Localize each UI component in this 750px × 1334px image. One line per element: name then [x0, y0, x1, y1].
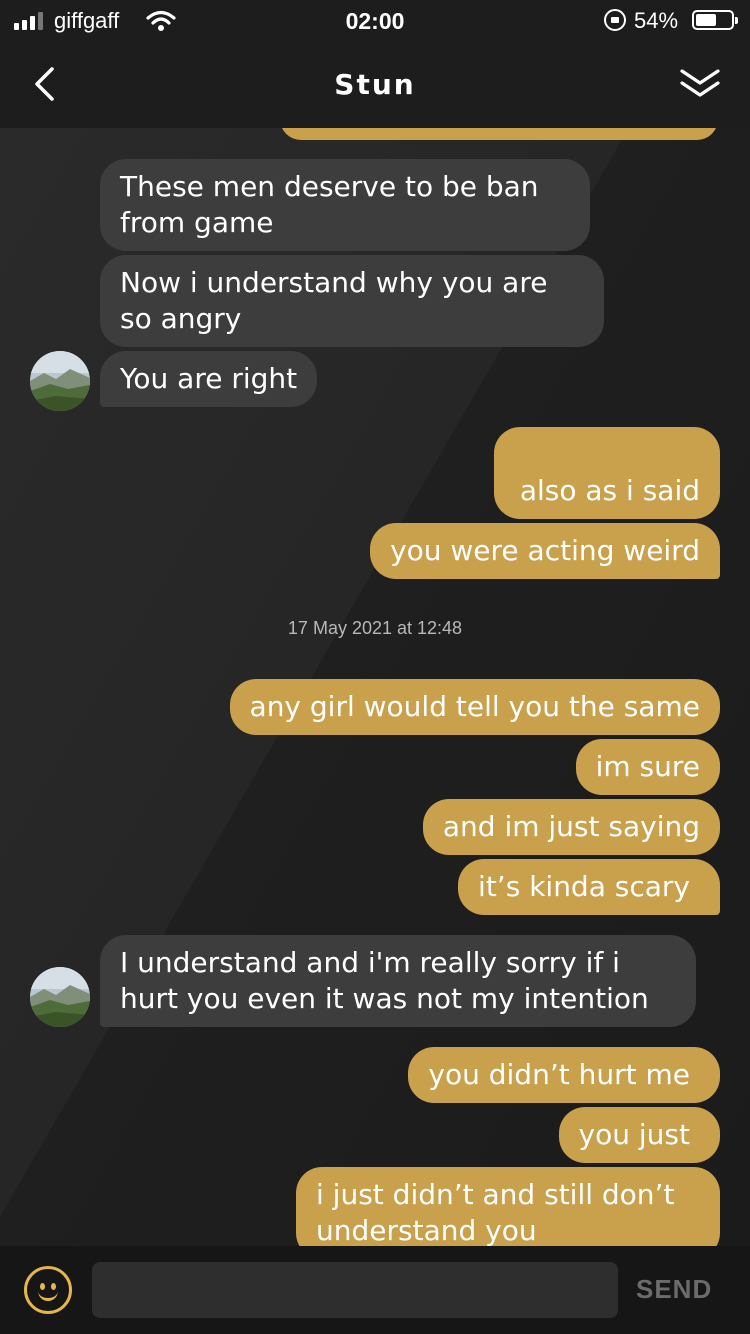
message-bubble-outgoing: you just: [558, 1107, 720, 1163]
battery-percentage: 54%: [634, 8, 679, 33]
landscape-photo-icon: [30, 967, 90, 1027]
message-bubble-outgoing: you didn’t hurt me: [408, 1047, 720, 1103]
message-bubble-outgoing: also as i said: [494, 427, 720, 519]
message-list[interactable]: These men deserve to be ban from game No…: [0, 128, 750, 1246]
message-input[interactable]: [92, 1262, 618, 1318]
message-bubble-outgoing: im sure: [575, 739, 720, 795]
message-bubble-incoming: These men deserve to be ban from game: [100, 159, 590, 251]
wifi-icon: [146, 10, 176, 31]
message-bubble-outgoing: i just didn’t and still don’t understand…: [296, 1167, 720, 1246]
chevron-left-icon: [35, 67, 54, 101]
carrier-name: giffgaff: [54, 8, 120, 33]
message-bubble-incoming: You are right: [100, 351, 318, 407]
rotation-lock-icon: [604, 9, 626, 31]
contact-name: Stun: [334, 68, 416, 101]
battery-icon: [692, 10, 738, 30]
landscape-photo-icon: [30, 351, 90, 411]
collapse-button[interactable]: [674, 62, 726, 106]
contact-avatar[interactable]: [30, 351, 90, 411]
message-composer: SEND: [0, 1246, 750, 1334]
conversation-timestamp: 17 May 2021 at 12:48: [287, 618, 463, 638]
chat-header: Stun: [0, 42, 750, 128]
back-button[interactable]: [24, 62, 64, 106]
signal-strength-icon: [14, 12, 43, 30]
contact-avatar[interactable]: [30, 967, 90, 1027]
message-bubble-partial: [280, 128, 718, 140]
send-button[interactable]: SEND: [636, 1274, 712, 1305]
double-chevron-down-icon: [680, 69, 720, 97]
message-bubble-outgoing: any girl would tell you the same: [229, 679, 720, 735]
message-bubble-incoming: I understand and i'm really sorry if i h…: [100, 935, 696, 1027]
message-bubble-incoming: Now i understand why you are so angry: [100, 255, 604, 347]
status-bar: giffgaff 02:00 54%: [0, 0, 750, 42]
message-bubble-outgoing: it’s kinda scary: [458, 859, 720, 915]
message-bubble-outgoing: and im just saying: [422, 799, 720, 855]
message-bubble-outgoing: you were acting weird: [370, 523, 720, 579]
smiley-icon[interactable]: [24, 1266, 72, 1314]
